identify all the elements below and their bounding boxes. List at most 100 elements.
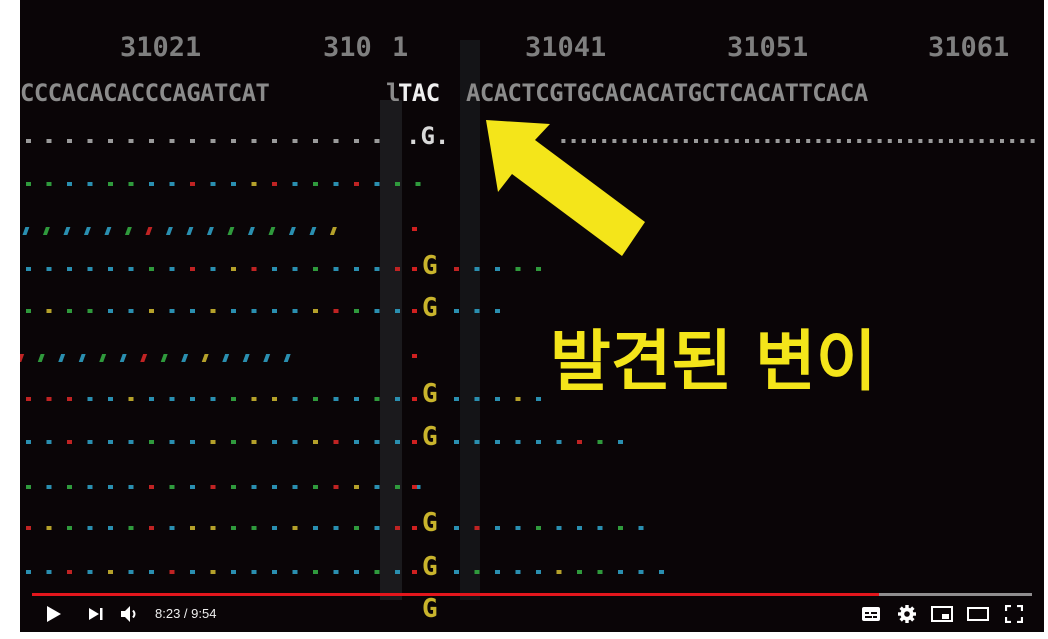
read-base-dot (210, 485, 216, 489)
read-base-dot (263, 354, 271, 362)
read-base-dot (292, 526, 298, 530)
read-base-dot (181, 354, 189, 362)
read-base-dot (251, 309, 257, 313)
read-base-dot (577, 526, 582, 530)
read-base-dot (149, 397, 154, 401)
read-base-dot (210, 397, 216, 401)
read-base-dot (354, 397, 359, 401)
read-base-dot (597, 440, 603, 444)
read-base-dot (272, 139, 277, 143)
read-base-dot (292, 570, 298, 574)
read-base-dot (190, 267, 195, 271)
play-icon (47, 606, 61, 622)
current-time: 8:23 (155, 606, 181, 621)
read-base-dot (495, 526, 500, 530)
read-variant-g: G (422, 422, 438, 452)
read-base-dot (395, 440, 400, 444)
read-base-dot (46, 526, 52, 530)
read-base-dot (186, 227, 194, 235)
read-base-dot (354, 309, 359, 313)
read-base-dot (354, 182, 359, 186)
read-base-dot (87, 309, 93, 313)
read-base-dot (454, 267, 459, 271)
callout-label: 발견된 변이 (550, 323, 877, 400)
read-base-dot (26, 267, 31, 271)
read-base-dot (149, 570, 154, 574)
read-base-dot (169, 485, 175, 489)
read-base-dot (108, 139, 113, 143)
read-base-dot (231, 526, 236, 530)
read-base-dot (683, 139, 688, 143)
read-base-dot (149, 485, 154, 489)
read-base-dot (251, 440, 257, 444)
read-base-dot (231, 267, 236, 271)
read-base-dot (354, 526, 359, 530)
read-dots (20, 139, 1035, 574)
read-base-dot (67, 397, 72, 401)
read-base-dot (806, 139, 811, 143)
read-base-dot (149, 309, 154, 313)
volume-button[interactable] (118, 600, 142, 628)
read-base-dot (395, 267, 400, 271)
read-base-dot (108, 267, 113, 271)
progress-bar[interactable] (32, 593, 1032, 596)
read-base-dot (190, 182, 195, 186)
read-base-dot (83, 227, 91, 235)
read-base-dot (495, 267, 500, 271)
read-base-dot (474, 397, 480, 401)
read-base-dot (704, 139, 709, 143)
read-base-dot (169, 440, 175, 444)
read-base-dot (561, 139, 566, 143)
video-frame-content: 31021 310 1 31041 31051 31061 CCCACACACC… (20, 32, 1035, 624)
read-base-dot (313, 526, 318, 530)
progress-played (32, 593, 879, 596)
read-base-dot (333, 309, 339, 313)
video-frame[interactable]: 31021 310 1 31041 31051 31061 CCCACACACC… (20, 0, 1044, 632)
read-base-dot (251, 570, 257, 574)
settings-button[interactable] (894, 600, 920, 628)
read-base-dot (333, 570, 339, 574)
read-base-dot (412, 526, 417, 530)
read-base-dot (272, 570, 277, 574)
read-base-dot (329, 227, 337, 235)
read-base-dot (160, 354, 168, 362)
read-base-dot (288, 227, 296, 235)
subtitles-button[interactable] (858, 600, 884, 628)
read-base-dot (313, 485, 318, 489)
read-base-dot (374, 182, 380, 186)
read-base-dot (918, 139, 923, 143)
read-base-dot (581, 139, 586, 143)
read-base-dot (108, 485, 113, 489)
read-base-dot (354, 570, 359, 574)
miniplayer-button[interactable] (928, 600, 956, 628)
read-base-dot (857, 139, 862, 143)
consensus-variant: .G. (406, 122, 449, 150)
read-base-dot (597, 526, 603, 530)
read-base-dot (26, 182, 31, 186)
read-base-dot (67, 309, 72, 313)
read-base-dot (149, 526, 154, 530)
read-base-dot (190, 139, 195, 143)
read-base-dot (333, 397, 339, 401)
read-base-dot (292, 485, 298, 489)
read-base-dot (474, 526, 480, 530)
gear-icon (898, 605, 916, 623)
read-base-dot (169, 309, 175, 313)
read-base-dot (454, 309, 459, 313)
read-base-dot (745, 139, 749, 143)
read-base-dot (67, 139, 72, 143)
read-base-dot (251, 182, 257, 186)
reference-sequence-right: ACACTCGTGCACACATGCTCACATTCACA (466, 79, 869, 107)
position-label: 31021 (120, 32, 201, 63)
read-base-dot (536, 440, 541, 444)
play-button[interactable] (40, 600, 68, 628)
next-button[interactable] (84, 600, 108, 628)
fullscreen-button[interactable] (1000, 600, 1028, 628)
arrow-icon (486, 120, 645, 256)
theater-button[interactable] (964, 600, 992, 628)
read-base-dot (201, 354, 209, 362)
read-base-dot (313, 182, 318, 186)
read-variant-g: G (422, 379, 438, 409)
read-base-dot (268, 227, 276, 235)
read-base-dot (190, 485, 195, 489)
